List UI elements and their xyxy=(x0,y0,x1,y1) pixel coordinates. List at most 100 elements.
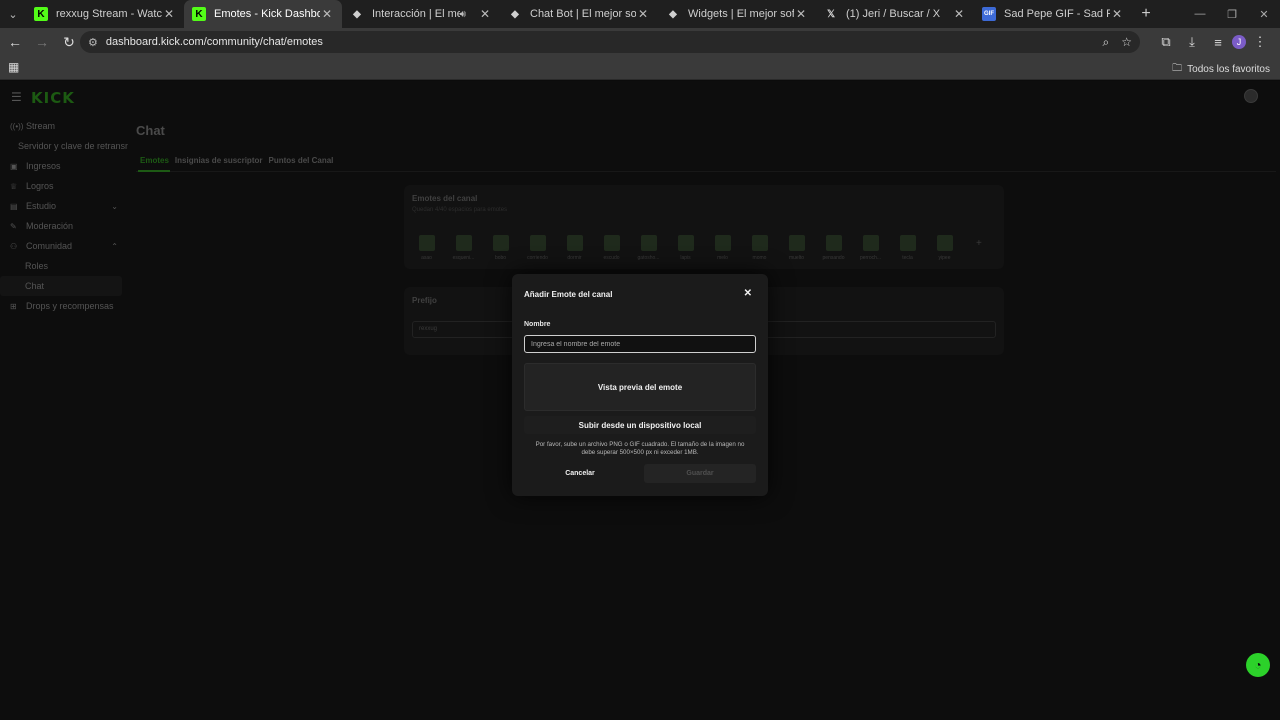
emote-item[interactable]: asao xyxy=(408,235,445,261)
add-emote-icon[interactable]: + xyxy=(976,238,982,249)
tab-channel-points[interactable]: Puntos del Canal xyxy=(268,156,333,165)
address-bar[interactable]: ⚙ dashboard.kick.com/community/chat/emot… xyxy=(80,31,1140,53)
emote-item[interactable]: tecla xyxy=(889,235,926,261)
emote-item[interactable]: corriendo xyxy=(519,235,556,261)
sidebar-item-income[interactable]: ▣ Ingresos xyxy=(0,156,130,176)
emote-item[interactable]: lapis xyxy=(667,235,704,261)
tab-title: Chat Bot | El mejor software pa xyxy=(530,8,636,20)
close-icon[interactable]: ✕ xyxy=(320,7,334,21)
minimize-icon[interactable]: — xyxy=(1184,8,1216,20)
close-icon[interactable]: ✕ xyxy=(952,7,966,21)
tab-subscriber-badges[interactable]: Insignias de suscriptor xyxy=(175,156,263,165)
tab-title: Widgets | El mejor software pa xyxy=(688,8,794,20)
menu-icon[interactable]: ☰ xyxy=(11,90,22,104)
sidebar-item-moderation[interactable]: ✎ Moderación xyxy=(0,216,130,236)
tab-title: (1) Jeri / Buscar / X xyxy=(846,8,941,20)
sidebar-item-studio[interactable]: ▤ Estudio ⌄ xyxy=(0,196,130,216)
tab-title: Emotes - Kick Dashboard xyxy=(214,8,320,20)
restore-icon[interactable]: ❐ xyxy=(1216,8,1248,21)
browser-tab[interactable]: 𝕏 (1) Jeri / Buscar / X ✕ xyxy=(816,0,974,28)
emote-item[interactable]: escudo xyxy=(593,235,630,261)
sidebar-item-roles[interactable]: Roles xyxy=(0,256,130,276)
sidebar-item-stream[interactable]: ((•)) Stream xyxy=(0,116,130,136)
diamond-icon: ◆ xyxy=(511,8,519,20)
user-avatar[interactable] xyxy=(1244,89,1258,103)
apps-grid-icon[interactable]: ▦ xyxy=(8,60,19,74)
close-icon[interactable]: ✕ xyxy=(636,7,650,21)
emote-name-input[interactable] xyxy=(524,335,756,353)
emote-name: muelto xyxy=(788,255,804,261)
channel-emotes-card: Emotes del canal Quedan 4/40 espacios pa… xyxy=(404,185,1004,269)
emote-item[interactable]: pensando xyxy=(815,235,852,261)
cancel-button[interactable]: Cancelar xyxy=(524,464,636,483)
close-icon[interactable]: ✕ xyxy=(1110,7,1124,21)
all-bookmarks-folder[interactable]: 🗀 Todos los favoritos xyxy=(1172,61,1270,78)
browser-tab[interactable]: GIF Sad Pepe GIF - Sad Pepe Peepo ✕ xyxy=(974,0,1132,28)
forward-icon[interactable]: → xyxy=(30,34,54,50)
site-info-icon[interactable]: ⚙ xyxy=(88,36,98,49)
upload-help-text: Por favor, sube un archivo PNG o GIF cua… xyxy=(535,441,745,456)
emote-item[interactable]: dormir xyxy=(556,235,593,261)
sidebar-item-community[interactable]: ⚇ Comunidad ⌃ xyxy=(0,236,130,256)
extensions-icon[interactable]: ⧉ xyxy=(1154,34,1178,50)
profile-avatar[interactable]: J xyxy=(1232,35,1246,49)
studio-icon: ▤ xyxy=(10,201,18,211)
browser-tab[interactable]: ◆ Interacción | El mejor softw 🔊︎ ✕ xyxy=(342,0,500,28)
gift-icon: ⊞ xyxy=(10,301,17,311)
sidebar-item-label: Logros xyxy=(26,181,54,191)
help-chat-button[interactable]: ◔ xyxy=(1246,653,1270,677)
close-icon[interactable]: ✕ xyxy=(744,288,752,299)
emote-name: dormir xyxy=(567,255,582,261)
emote-item[interactable]: momo xyxy=(741,235,778,261)
close-window-icon[interactable]: ✕ xyxy=(1248,8,1280,21)
kick-logo[interactable]: KICK xyxy=(31,89,75,107)
emote-item[interactable]: perroch... xyxy=(852,235,889,261)
save-button[interactable]: Guardar xyxy=(644,464,756,483)
media-icon[interactable]: ≡ xyxy=(1206,35,1230,50)
emote-item[interactable]: esqueni... xyxy=(445,235,482,261)
emote-image xyxy=(751,235,768,251)
close-icon[interactable]: ✕ xyxy=(794,7,808,21)
reload-icon[interactable]: ↻ xyxy=(57,34,81,51)
window-controls: — ❐ ✕ xyxy=(1184,0,1280,28)
sidebar-item-label: Comunidad xyxy=(26,241,73,251)
browser-tab[interactable]: K rexxug Stream - Watch Live on ✕ xyxy=(26,0,184,28)
emote-item[interactable]: bobo xyxy=(482,235,519,261)
card-subtitle: Quedan 4/40 espacios para emotes xyxy=(412,207,508,213)
browser-tab[interactable]: ◆ Widgets | El mejor software pa ✕ xyxy=(658,0,816,28)
more-menu-icon[interactable]: ⋮ xyxy=(1248,34,1272,50)
back-icon[interactable]: ← xyxy=(3,34,27,50)
emote-item[interactable]: yipee xyxy=(926,235,963,261)
emote-image xyxy=(640,235,657,251)
tab-search-icon[interactable]: ⌄ xyxy=(0,0,26,28)
browser-tab-active[interactable]: K Emotes - Kick Dashboard ✕ xyxy=(184,0,342,28)
sidebar-item-stream-key[interactable]: Servidor y clave de retransmisión xyxy=(0,136,130,156)
subtabs: Emotes Insignias de suscriptor Puntos de… xyxy=(140,156,339,165)
emote-image xyxy=(677,235,694,251)
bookmark-star-icon[interactable]: ☆ xyxy=(1121,35,1132,49)
url-text[interactable]: dashboard.kick.com/community/chat/emotes xyxy=(106,36,1091,48)
new-tab-icon[interactable]: + xyxy=(1132,5,1160,23)
prefix-title: Prefijo xyxy=(412,296,437,305)
tab-emotes[interactable]: Emotes xyxy=(140,156,169,165)
speaker-icon[interactable]: 🔊︎ xyxy=(460,9,466,20)
close-icon[interactable]: ✕ xyxy=(162,7,176,21)
close-icon[interactable]: ✕ xyxy=(478,7,492,21)
sidebar-item-achievements[interactable]: ♕ Logros xyxy=(0,176,130,196)
browser-tab[interactable]: ◆ Chat Bot | El mejor software pa ✕ xyxy=(500,0,658,28)
card-title: Emotes del canal xyxy=(412,194,478,203)
emote-item[interactable]: gatosho... xyxy=(630,235,667,261)
zoom-icon[interactable]: ⌕ xyxy=(1103,35,1110,50)
emote-item[interactable]: melo xyxy=(704,235,741,261)
download-icon[interactable]: ⤓ xyxy=(1180,34,1204,50)
emote-item[interactable]: muelto xyxy=(778,235,815,261)
emote-image xyxy=(899,235,916,251)
name-label: Nombre xyxy=(524,321,551,328)
sidebar-item-drops[interactable]: ⊞ Drops y recompensas xyxy=(0,296,130,316)
upload-local-button[interactable]: Subir desde un dispositivo local xyxy=(524,416,756,434)
folder-label: Todos los favoritos xyxy=(1187,64,1270,75)
emote-image xyxy=(418,235,435,251)
emote-image xyxy=(529,235,546,251)
emote-image xyxy=(788,235,805,251)
sidebar-item-chat[interactable]: Chat xyxy=(0,276,122,296)
